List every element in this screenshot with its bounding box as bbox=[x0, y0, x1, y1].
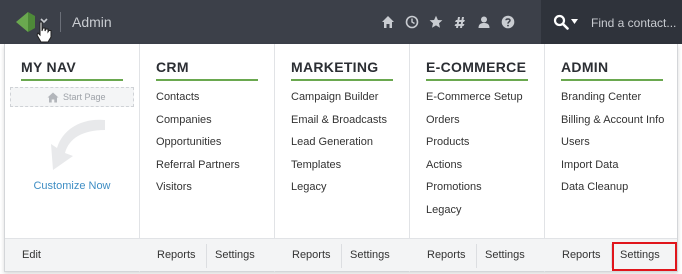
footer-separator bbox=[206, 244, 207, 268]
title-separator bbox=[60, 12, 61, 32]
footer-separator bbox=[476, 244, 477, 268]
column-heading: E-COMMERCE bbox=[426, 59, 527, 75]
app-title: Admin bbox=[72, 14, 112, 30]
menu-link-templates[interactable]: Templates bbox=[291, 158, 387, 181]
search-input[interactable] bbox=[591, 14, 679, 32]
column-admin: ADMIN Branding Center Billing & Account … bbox=[545, 44, 679, 238]
marketing-settings-link[interactable]: Settings bbox=[350, 249, 390, 261]
quick-icons bbox=[380, 13, 516, 31]
search-area bbox=[541, 0, 682, 44]
menu-link-promotions[interactable]: Promotions bbox=[426, 180, 523, 203]
column-heading: ADMIN bbox=[561, 59, 609, 75]
menu-link-contacts[interactable]: Contacts bbox=[156, 90, 240, 113]
crm-links: Contacts Companies Opportunities Referra… bbox=[156, 90, 240, 203]
footer-separator bbox=[341, 244, 342, 268]
heading-underline bbox=[561, 79, 663, 81]
home-icon[interactable] bbox=[380, 14, 396, 30]
menu-link-import-data[interactable]: Import Data bbox=[561, 158, 664, 181]
start-page-slot[interactable]: Start Page bbox=[10, 87, 134, 107]
menu-link-actions[interactable]: Actions bbox=[426, 158, 523, 181]
top-navigation-bar: Admin bbox=[0, 0, 682, 44]
menu-link-users[interactable]: Users bbox=[561, 135, 664, 158]
heading-underline bbox=[426, 79, 528, 81]
help-icon[interactable] bbox=[500, 14, 516, 30]
crm-settings-link[interactable]: Settings bbox=[215, 249, 255, 261]
ecommerce-reports-link[interactable]: Reports bbox=[427, 249, 466, 261]
home-icon bbox=[47, 92, 59, 103]
menu-link-branding-center[interactable]: Branding Center bbox=[561, 90, 664, 113]
menu-link-legacy[interactable]: Legacy bbox=[426, 203, 523, 226]
heading-underline bbox=[291, 79, 393, 81]
curved-arrow-icon bbox=[51, 119, 105, 170]
marketing-reports-link[interactable]: Reports bbox=[292, 249, 331, 261]
column-ecommerce: E-COMMERCE E-Commerce Setup Orders Produ… bbox=[410, 44, 544, 238]
crm-reports-link[interactable]: Reports bbox=[157, 249, 196, 261]
column-my-nav: MY NAV Start Page Customize Now bbox=[5, 44, 139, 238]
admin-links: Branding Center Billing & Account Info U… bbox=[561, 90, 664, 203]
clock-icon[interactable] bbox=[404, 14, 420, 30]
column-heading: MARKETING bbox=[291, 59, 379, 75]
column-marketing: MARKETING Campaign Builder Email & Broad… bbox=[275, 44, 409, 238]
menu-footer: Edit Reports Settings Reports Settings R… bbox=[5, 238, 677, 271]
column-crm: CRM Contacts Companies Opportunities Ref… bbox=[140, 44, 274, 238]
search-icon[interactable] bbox=[553, 14, 569, 30]
menu-link-email-broadcasts[interactable]: Email & Broadcasts bbox=[291, 113, 387, 136]
menu-link-lead-generation[interactable]: Lead Generation bbox=[291, 135, 387, 158]
column-heading: MY NAV bbox=[21, 59, 76, 75]
menu-link-referral-partners[interactable]: Referral Partners bbox=[156, 158, 240, 181]
menu-link-visitors[interactable]: Visitors bbox=[156, 180, 240, 203]
menu-link-legacy[interactable]: Legacy bbox=[291, 180, 387, 203]
menu-link-ecommerce-setup[interactable]: E-Commerce Setup bbox=[426, 90, 523, 113]
highlight-box bbox=[612, 242, 677, 271]
menu-link-billing-account-info[interactable]: Billing & Account Info bbox=[561, 113, 664, 136]
menu-link-products[interactable]: Products bbox=[426, 135, 523, 158]
caret-down-icon[interactable] bbox=[571, 19, 578, 25]
user-icon[interactable] bbox=[476, 14, 492, 30]
star-icon[interactable] bbox=[428, 14, 444, 30]
heading-underline bbox=[21, 79, 123, 81]
menu-link-opportunities[interactable]: Opportunities bbox=[156, 135, 240, 158]
ecommerce-links: E-Commerce Setup Orders Products Actions… bbox=[426, 90, 523, 225]
heading-underline bbox=[156, 79, 258, 81]
start-page-label: Start Page bbox=[63, 92, 106, 102]
edit-link[interactable]: Edit bbox=[22, 249, 41, 261]
ecommerce-settings-link[interactable]: Settings bbox=[485, 249, 525, 261]
admin-reports-link[interactable]: Reports bbox=[562, 249, 601, 261]
column-heading: CRM bbox=[156, 59, 189, 75]
hashtag-icon[interactable] bbox=[452, 14, 468, 30]
customize-now-link[interactable]: Customize Now bbox=[5, 180, 139, 192]
menu-link-orders[interactable]: Orders bbox=[426, 113, 523, 136]
marketing-links: Campaign Builder Email & Broadcasts Lead… bbox=[291, 90, 387, 203]
menu-link-data-cleanup[interactable]: Data Cleanup bbox=[561, 180, 664, 203]
hand-cursor-icon bbox=[36, 21, 52, 43]
menu-link-companies[interactable]: Companies bbox=[156, 113, 240, 136]
menu-link-campaign-builder[interactable]: Campaign Builder bbox=[291, 90, 387, 113]
main-menu-dropdown: MY NAV Start Page Customize Now CRM Cont… bbox=[4, 44, 678, 272]
